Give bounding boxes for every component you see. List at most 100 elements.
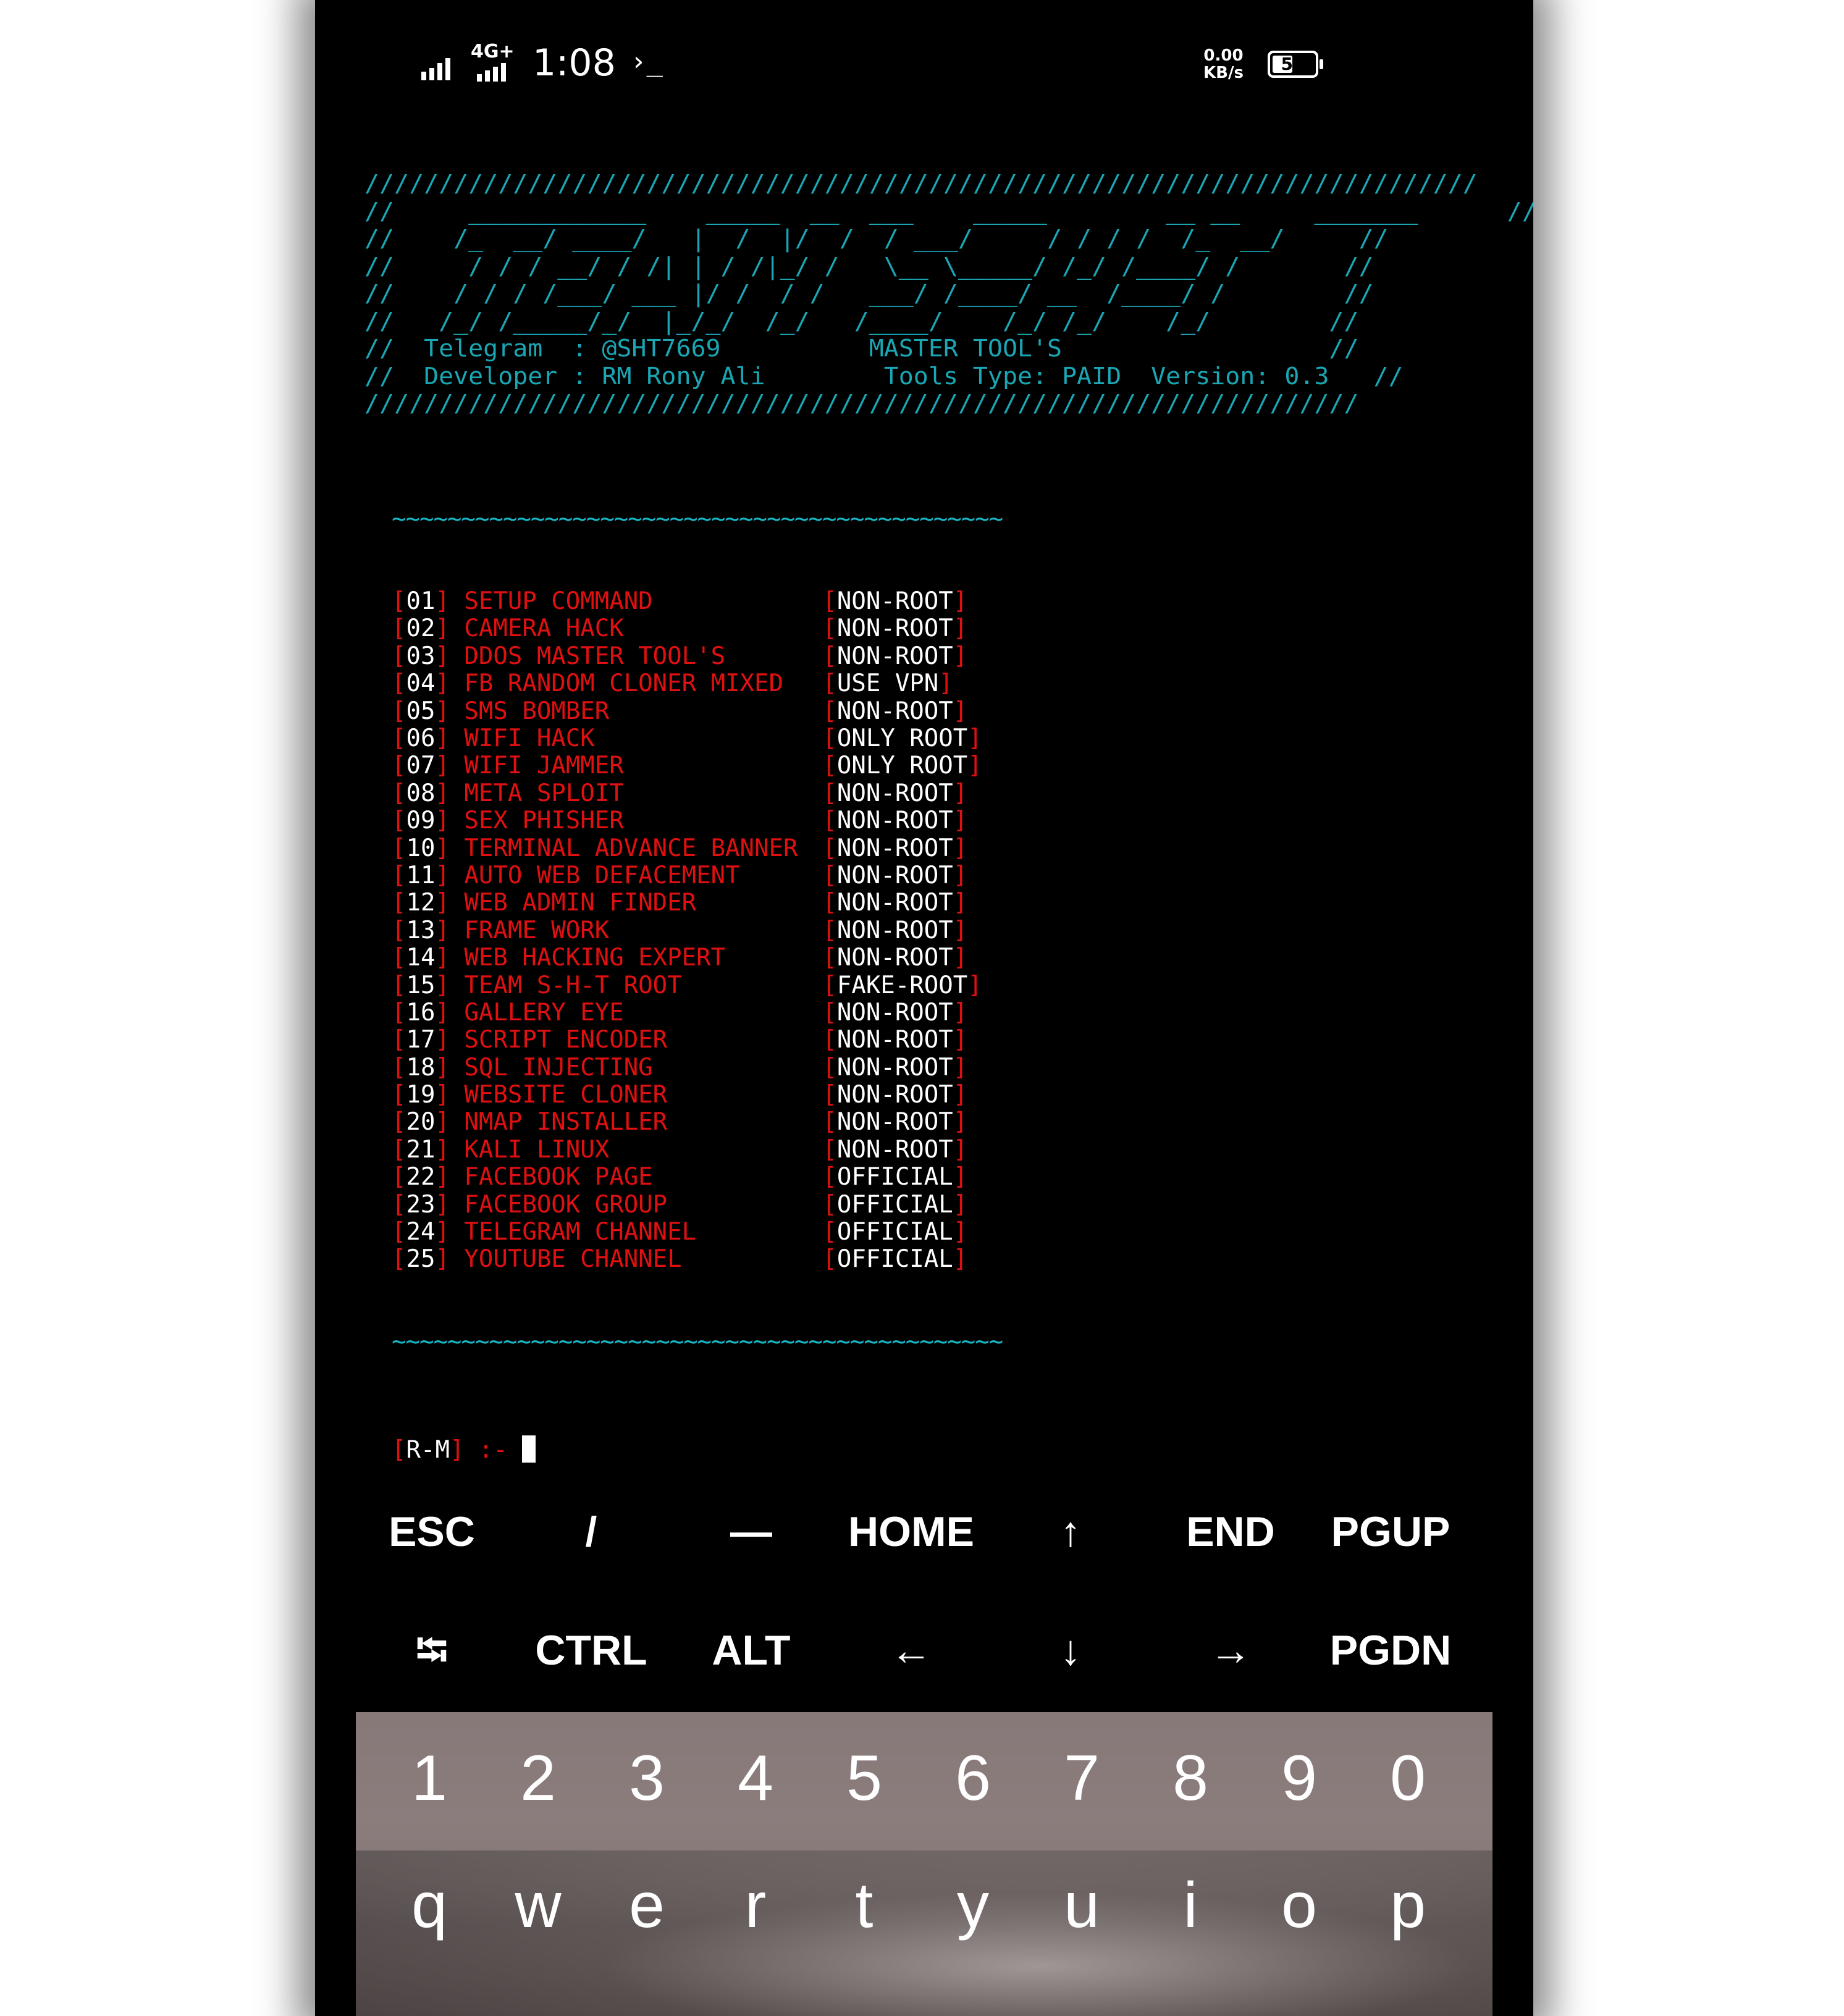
key-t[interactable]: t bbox=[810, 1869, 919, 1942]
alt-key[interactable]: ALT bbox=[672, 1601, 831, 1700]
key-r[interactable]: r bbox=[701, 1869, 810, 1942]
key-w[interactable]: w bbox=[484, 1869, 592, 1942]
bracket: ] bbox=[953, 889, 968, 917]
bracket: ] bbox=[953, 1053, 968, 1082]
bracket: ] bbox=[967, 752, 982, 780]
key-1[interactable]: 1 bbox=[375, 1742, 484, 1815]
esc-key[interactable]: ESC bbox=[352, 1482, 512, 1581]
key-u[interactable]: u bbox=[1027, 1869, 1136, 1942]
menu-item-tag: OFFICIAL bbox=[836, 1163, 953, 1191]
bracket: ] bbox=[435, 944, 450, 972]
key-6[interactable]: 6 bbox=[919, 1742, 1027, 1815]
key-p[interactable]: p bbox=[1354, 1869, 1462, 1942]
bracket: [ bbox=[392, 834, 406, 862]
battery-cap bbox=[1320, 59, 1323, 69]
bracket: ] bbox=[938, 670, 953, 698]
bracket: [ bbox=[822, 998, 837, 1027]
key-3[interactable]: 3 bbox=[592, 1742, 701, 1815]
bracket: ] bbox=[435, 642, 450, 670]
clock: 1:08 bbox=[533, 41, 616, 85]
menu-item-tag: NON-ROOT bbox=[836, 779, 953, 807]
tab-key[interactable]: ⭾ bbox=[352, 1601, 512, 1700]
menu-item-name: FB RANDOM CLONER MIXED bbox=[464, 670, 783, 698]
bracket: ] bbox=[435, 752, 450, 780]
bracket: [ bbox=[392, 1135, 406, 1164]
command-prompt[interactable]: [R-M] :- bbox=[392, 1435, 1003, 1464]
key-e[interactable]: e bbox=[592, 1869, 701, 1942]
dash-key[interactable]: — bbox=[672, 1482, 831, 1581]
menu-list: [01] SETUP COMMAND [NON-ROOT] [02] CAMERA … bbox=[392, 587, 1003, 1274]
bracket: ] bbox=[953, 1135, 968, 1164]
bracket: [ bbox=[392, 807, 406, 835]
pgdn-key[interactable]: PGDN bbox=[1311, 1601, 1470, 1700]
menu-item-tag: OFFICIAL bbox=[836, 1218, 953, 1246]
menu-item: [03] DDOS MASTER TOOL'S [NON-ROOT] bbox=[392, 642, 1003, 670]
bracket: ] bbox=[435, 1026, 450, 1054]
key-y[interactable]: y bbox=[919, 1869, 1027, 1942]
soft-keyboard: 1234567890 qwertyuiop bbox=[356, 1712, 1492, 2016]
up-arrow-key[interactable]: ↑ bbox=[991, 1482, 1150, 1581]
menu-item: [23] FACEBOOK GROUP [OFFICIAL] bbox=[392, 1191, 1003, 1219]
bracket: [ bbox=[822, 779, 837, 807]
menu-item-tag: NON-ROOT bbox=[836, 615, 953, 643]
bracket: [ bbox=[822, 834, 837, 862]
bracket: [ bbox=[392, 615, 406, 643]
bracket: [ bbox=[822, 1135, 837, 1164]
menu-item-number: 17 bbox=[406, 1026, 436, 1054]
menu-item-number: 05 bbox=[406, 697, 436, 725]
bracket: ] bbox=[435, 1108, 450, 1136]
home-key[interactable]: HOME bbox=[831, 1482, 991, 1581]
key-4[interactable]: 4 bbox=[701, 1742, 810, 1815]
menu-item-tag: NON-ROOT bbox=[836, 1026, 953, 1054]
bracket: ] bbox=[435, 724, 450, 752]
key-2[interactable]: 2 bbox=[484, 1742, 592, 1815]
pgup-key[interactable]: PGUP bbox=[1311, 1482, 1470, 1581]
terminal-output[interactable]: ////////////////////////////////////////… bbox=[364, 170, 1533, 1464]
key-9[interactable]: 9 bbox=[1245, 1742, 1354, 1815]
menu-bottom-rule: ~~~~~~~~~~~~~~~~~~~~~~~~~~~~~~~~~~~~~~~~… bbox=[392, 1327, 1003, 1356]
menu-item-tag: OFFICIAL bbox=[836, 1245, 953, 1274]
down-arrow-key[interactable]: ↓ bbox=[991, 1601, 1150, 1700]
menu-item-number: 12 bbox=[406, 889, 436, 917]
menu-item: [09] SEX PHISHER [NON-ROOT] bbox=[392, 807, 1003, 834]
key-q[interactable]: q bbox=[375, 1869, 484, 1942]
bracket: [ bbox=[822, 889, 837, 917]
bracket: [ bbox=[822, 1163, 837, 1191]
menu-item-name: FACEBOOK PAGE bbox=[464, 1163, 653, 1191]
bracket: [ bbox=[392, 1053, 406, 1082]
keyboard-letter-row: qwertyuiop bbox=[356, 1850, 1492, 2016]
menu-item-name: WEB HACKING EXPERT bbox=[464, 944, 726, 972]
menu-item-number: 19 bbox=[406, 1081, 436, 1109]
left-arrow-key[interactable]: ← bbox=[831, 1601, 991, 1700]
keyboard-number-row: 1234567890 bbox=[356, 1712, 1492, 1850]
slash-key[interactable]: / bbox=[512, 1482, 671, 1581]
menu-item: [24] TELEGRAM CHANNEL [OFFICIAL] bbox=[392, 1218, 1003, 1246]
right-arrow-key[interactable]: → bbox=[1151, 1601, 1310, 1700]
ctrl-key[interactable]: CTRL bbox=[512, 1601, 671, 1700]
text-cursor bbox=[522, 1435, 536, 1463]
bracket: ] bbox=[435, 1053, 450, 1082]
key-5[interactable]: 5 bbox=[810, 1742, 919, 1815]
bracket: [ bbox=[392, 697, 406, 725]
key-o[interactable]: o bbox=[1245, 1869, 1354, 1942]
menu-item: [25] YOUTUBE CHANNEL [OFFICIAL] bbox=[392, 1245, 1003, 1274]
bracket: ] bbox=[435, 807, 450, 835]
key-i[interactable]: i bbox=[1136, 1869, 1245, 1942]
menu-item-number: 15 bbox=[406, 971, 436, 999]
bracket: [ bbox=[392, 889, 406, 917]
key-0[interactable]: 0 bbox=[1354, 1742, 1462, 1815]
menu-item-number: 02 bbox=[406, 615, 436, 643]
key-8[interactable]: 8 bbox=[1136, 1742, 1245, 1815]
end-key[interactable]: END bbox=[1151, 1482, 1310, 1581]
bracket: ] bbox=[435, 834, 450, 862]
bracket: [ bbox=[392, 861, 406, 889]
menu-item: [05] SMS BOMBER [NON-ROOT] bbox=[392, 697, 1003, 725]
menu-item-name: META SPLOIT bbox=[464, 779, 624, 807]
bracket: [ bbox=[392, 587, 406, 616]
menu-item-number: 08 bbox=[406, 779, 436, 807]
key-7[interactable]: 7 bbox=[1027, 1742, 1136, 1815]
menu-item-name: YOUTUBE CHANNEL bbox=[464, 1245, 682, 1274]
menu-item-name: WEB ADMIN FINDER bbox=[464, 889, 697, 917]
menu-item-number: 16 bbox=[406, 998, 436, 1027]
menu-item-number: 14 bbox=[406, 944, 436, 972]
